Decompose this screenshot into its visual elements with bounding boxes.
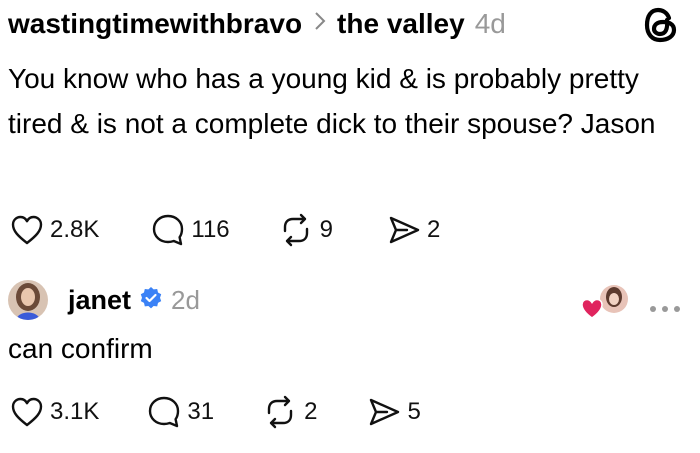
heart-icon (11, 397, 43, 427)
send-icon (370, 398, 400, 426)
repost-icon (283, 213, 308, 247)
share-button[interactable]: 5 (367, 396, 421, 428)
reply-author[interactable]: janet (68, 285, 131, 316)
share-count: 5 (407, 398, 421, 425)
reply-text: can confirm (8, 333, 153, 364)
reply-header: janet 2d (8, 278, 200, 322)
like-button[interactable]: 3.1K (10, 396, 99, 428)
share-button[interactable]: 2 (387, 214, 440, 246)
comment-bubble-icon (153, 214, 184, 246)
repost-button[interactable]: 9 (278, 213, 333, 247)
liked-by-avatar[interactable] (581, 282, 631, 324)
threads-logo-icon[interactable] (643, 6, 679, 44)
verified-badge-icon (139, 286, 163, 315)
post-age: 4d (474, 8, 506, 39)
heart-icon (11, 215, 43, 245)
more-dots-icon[interactable] (648, 290, 682, 321)
post-header: wastingtimewithbravo the valley 4d (8, 4, 506, 44)
like-count: 2.8K (50, 216, 100, 243)
reply-actions: 3.1K 31 2 5 (10, 392, 421, 432)
avatar[interactable] (8, 280, 48, 320)
post-text: You know who has a young kid & is probab… (8, 63, 656, 139)
heart-icon (581, 298, 603, 319)
comment-bubble-icon (149, 396, 180, 428)
send-icon (389, 216, 420, 244)
share-count: 2 (427, 216, 441, 243)
repost-button[interactable]: 2 (262, 395, 317, 429)
post-author[interactable]: wastingtimewithbravo (8, 8, 302, 40)
repost-count: 9 (319, 216, 333, 243)
reply-button[interactable]: 116 (151, 213, 230, 247)
reply-count: 116 (191, 216, 230, 243)
reply-age: 2d (171, 284, 200, 315)
like-count: 3.1K (50, 398, 100, 425)
post-actions: 2.8K 116 9 2 (10, 210, 440, 250)
post-community[interactable]: the valley (337, 8, 465, 40)
reply-button[interactable]: 31 (147, 395, 214, 429)
reply-count: 31 (187, 398, 215, 425)
repost-count: 2 (304, 398, 318, 425)
like-button[interactable]: 2.8K (10, 214, 99, 246)
chevron-right-icon (314, 11, 326, 37)
repost-icon (267, 395, 293, 429)
